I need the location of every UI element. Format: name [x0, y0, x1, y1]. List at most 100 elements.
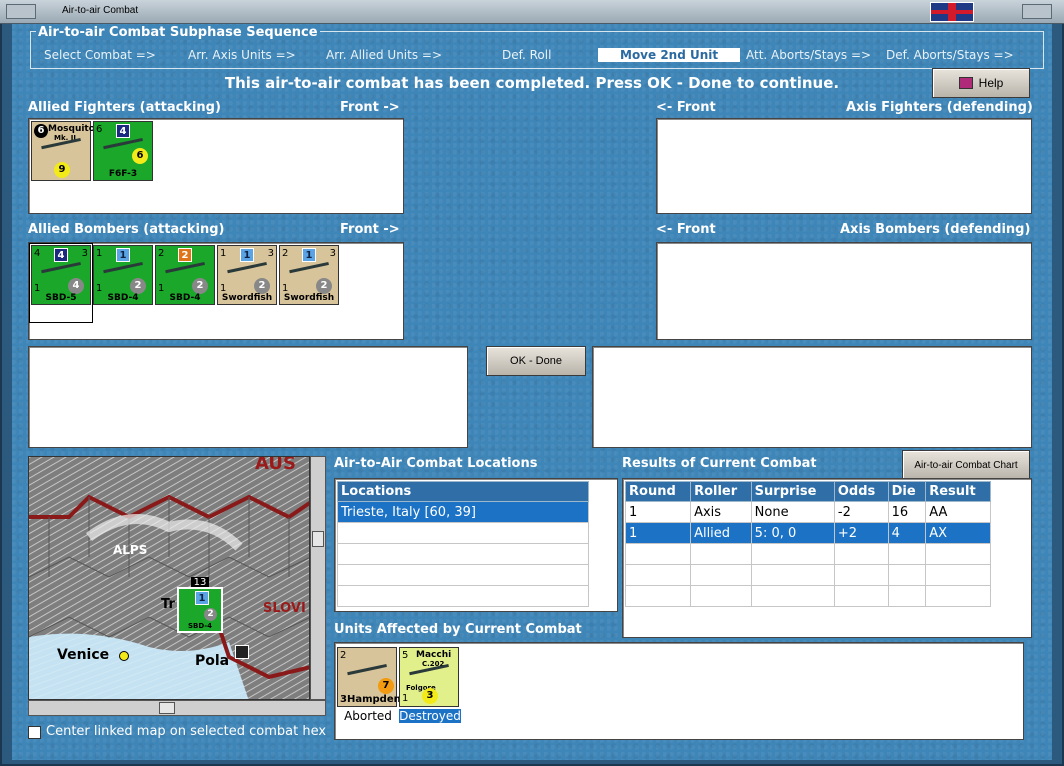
allied-bombers-panel[interactable]: 4 4 3 1 4 SBD-5 1 1 1 2 SBD-4 2 2 1 2 SB… — [28, 242, 404, 340]
unit-counter-mosquito[interactable]: 6 Mosquito Mk. II 9 — [31, 121, 95, 181]
locations-panel: Locations Trieste, Italy [60, 39] — [334, 478, 618, 612]
results-header-surprise: Surprise — [750, 481, 835, 502]
close-window-button[interactable] — [1022, 4, 1052, 19]
map-terrain — [29, 457, 309, 699]
counter-top-right: 3 — [81, 248, 88, 259]
locations-table: Locations Trieste, Italy [60, 39] — [337, 481, 589, 607]
counter-name: 3Hampden3 — [338, 694, 408, 705]
ok-done-button[interactable]: OK - Done — [486, 346, 586, 376]
counter-top-left: 6 — [96, 124, 103, 135]
counter-bottom-left: 3 — [340, 694, 347, 705]
results-row[interactable]: 1 Allied 5: 0, 0 +2 4 AX — [624, 522, 991, 544]
map-unit-counter[interactable]: 1 2 SBD-4 — [177, 587, 223, 633]
dialog-content: Air-to-air Combat Subphase Sequence Sele… — [12, 24, 1052, 760]
unit-counter-sbd4-a[interactable]: 1 1 1 2 SBD-4 — [93, 245, 153, 305]
affected-title: Units Affected by Current Combat — [334, 622, 582, 637]
locations-title: Air-to-Air Combat Locations — [334, 456, 538, 471]
unit-counter-sbd5[interactable]: 4 4 3 1 4 SBD-5 — [31, 245, 91, 305]
axis-info-panel — [592, 346, 1032, 448]
axis-bombers-front: <- Front — [656, 222, 716, 237]
counter-circle-value: 4 — [68, 278, 84, 294]
affected-panel: 2 7 3Hampden3 Aborted 5 Macchi C.202 Fol… — [334, 642, 1024, 740]
unit-counter-swordfish-b[interactable]: 2 1 3 1 2 Swordfish — [279, 245, 339, 305]
system-menu-button[interactable] — [6, 4, 36, 19]
map-label-pola: Pola — [195, 653, 230, 669]
counter-badge: 2 — [178, 248, 192, 262]
counter-circle-value: 2 — [316, 278, 332, 294]
results-row[interactable] — [624, 543, 991, 565]
sequence-step-att-aborts: Att. Aborts/Stays => — [746, 48, 872, 62]
axis-bombers-label: Axis Bombers (defending) — [840, 222, 1031, 237]
unit-counter-f6f3[interactable]: 6 4 6 F6F-3 — [93, 121, 153, 181]
map-horizontal-scrollbar[interactable] — [28, 700, 326, 716]
results-cell: 4 — [887, 522, 927, 544]
scroll-thumb[interactable] — [159, 702, 175, 714]
allied-fighters-label: Allied Fighters (attacking) — [28, 100, 221, 115]
center-map-checkbox[interactable] — [28, 726, 41, 739]
unit-counter-macchi[interactable]: 5 Macchi C.202 Folgore 1 3 — [399, 647, 459, 707]
results-cell: Axis — [690, 501, 752, 523]
results-row[interactable]: 1 Axis None -2 16 AA — [624, 501, 991, 523]
unit-counter-sbd4-b[interactable]: 2 2 1 2 SBD-4 — [155, 245, 215, 305]
scroll-thumb[interactable] — [312, 531, 324, 547]
counter-top-left: 5 — [402, 650, 409, 661]
allied-fighters-panel[interactable]: 6 Mosquito Mk. II 9 6 4 6 F6F-3 — [28, 118, 404, 214]
location-row[interactable] — [337, 585, 589, 607]
results-title: Results of Current Combat — [622, 456, 817, 471]
results-row[interactable] — [624, 564, 991, 586]
results-cell: AA — [925, 501, 991, 523]
city-marker-icon — [119, 651, 129, 661]
counter-title: Mosquito — [48, 124, 95, 134]
sequence-step-def-aborts: Def. Aborts/Stays => — [886, 48, 1014, 62]
help-book-icon — [958, 77, 973, 89]
air-to-air-chart-button[interactable]: Air-to-air Combat Chart — [902, 450, 1030, 480]
locations-header: Locations — [337, 481, 589, 502]
counter-circle-value: 7 — [378, 678, 394, 694]
counter-name: SBD-5 — [45, 293, 77, 303]
results-cell: None — [750, 501, 835, 523]
results-panel: Round Roller Surprise Odds Die Result 1 … — [622, 478, 1032, 638]
location-row[interactable]: Trieste, Italy [60, 39] — [337, 501, 589, 523]
map-label-aus: AUS — [255, 456, 296, 474]
map-vertical-scrollbar[interactable] — [310, 456, 326, 700]
results-table: Round Roller Surprise Odds Die Result 1 … — [624, 481, 991, 607]
unit-counter-swordfish-a[interactable]: 1 1 3 1 2 Swordfish — [217, 245, 277, 305]
counter-top-left: 1 — [220, 248, 227, 259]
counter-badge: 4 — [54, 248, 68, 262]
allied-info-panel — [28, 346, 468, 448]
sequence-step-arr-axis: Arr. Axis Units => — [188, 48, 296, 62]
counter-badge: 1 — [116, 248, 130, 262]
counter-name: Swordfish — [283, 293, 335, 303]
title-bar: Air-to-air Combat — [0, 0, 1064, 24]
location-row[interactable] — [337, 564, 589, 586]
map-label-trieste: Tr — [161, 597, 175, 612]
counter-top-left: 2 — [340, 650, 347, 661]
allied-fighters-front: Front -> — [340, 100, 400, 115]
help-button[interactable]: Help — [932, 68, 1030, 98]
axis-fighters-panel[interactable] — [656, 118, 1032, 214]
status-destroyed: Destroyed — [399, 709, 461, 723]
results-header-die: Die — [887, 481, 927, 502]
airfield-icon — [235, 645, 249, 659]
axis-fighters-front: <- Front — [656, 100, 716, 115]
counter-circle-value: 2 — [204, 608, 217, 621]
location-row[interactable] — [337, 543, 589, 565]
map-label-slovenia: SLOVI — [263, 601, 306, 616]
counter-top-right: 3 — [267, 248, 274, 259]
sequence-step-select-combat: Select Combat => — [44, 48, 156, 62]
axis-bombers-panel[interactable] — [656, 242, 1032, 340]
results-header-roller: Roller — [690, 481, 752, 502]
results-header-round: Round — [624, 481, 692, 502]
linked-map[interactable]: AUS ALPS Tr SLOVI Venice Pola 13 1 2 SBD… — [28, 456, 310, 700]
center-map-label: Center linked map on selected combat hex — [46, 724, 327, 739]
map-label-venice: Venice — [57, 647, 110, 663]
counter-name: SBD-4 — [107, 293, 139, 303]
unit-counter-hampden[interactable]: 2 7 3Hampden3 — [337, 647, 408, 707]
location-row[interactable] — [337, 522, 589, 544]
location-cell — [337, 585, 589, 607]
counter-title: Macchi — [416, 650, 452, 660]
results-row[interactable] — [624, 585, 991, 607]
location-cell — [337, 522, 589, 544]
uk-flag-icon — [930, 2, 974, 22]
location-cell — [337, 543, 589, 565]
